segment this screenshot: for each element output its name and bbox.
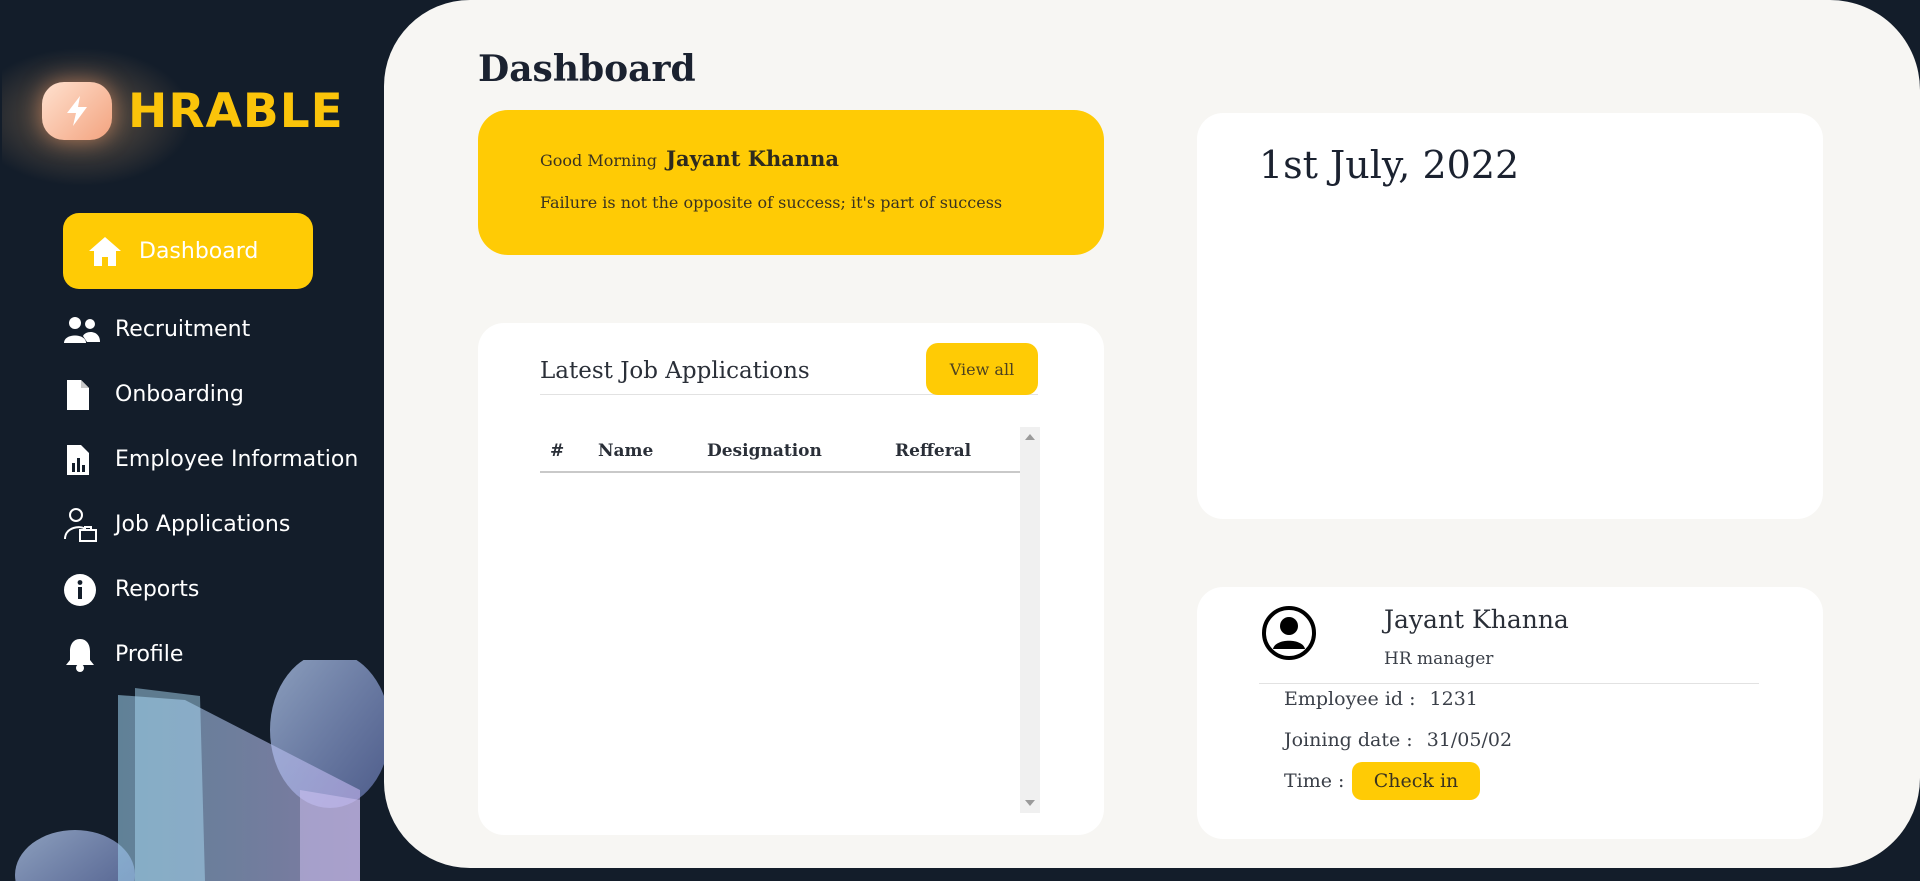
- sidebar-item-label: Employee Information: [115, 447, 359, 472]
- greeting-line: Good Morning Jayant Khanna: [540, 146, 1042, 171]
- home-icon: [87, 234, 125, 268]
- employee-id-row: Employee id : 1231: [1284, 688, 1478, 710]
- brand[interactable]: HRABLE: [2, 42, 344, 192]
- sidebar-item-label: Onboarding: [115, 382, 244, 407]
- joining-date-label: Joining date :: [1284, 729, 1413, 751]
- scroll-up-arrow-icon[interactable]: [1025, 434, 1035, 440]
- table-header-row: # Name Designation Refferal: [540, 427, 1020, 473]
- sidebar-item-job-applications[interactable]: Job Applications: [63, 492, 384, 557]
- sidebar-item-label: Dashboard: [139, 238, 259, 264]
- greeting-card: Good Morning Jayant Khanna Failure is no…: [478, 110, 1104, 255]
- scroll-down-arrow-icon[interactable]: [1025, 800, 1035, 806]
- joining-date-row: Joining date : 31/05/02: [1284, 729, 1512, 751]
- time-label: Time :: [1284, 770, 1345, 792]
- brand-name: HRABLE: [128, 83, 344, 139]
- sidebar: HRABLE Dashboard Recruitment Onboarding: [0, 0, 384, 881]
- sidebar-item-reports[interactable]: Reports: [63, 557, 384, 622]
- employee-id-label: Employee id :: [1284, 688, 1416, 710]
- latest-job-applications-card: Latest Job Applications View all # Name …: [478, 323, 1104, 835]
- motivational-quote: Failure is not the opposite of success; …: [540, 193, 1003, 212]
- page-title: Dashboard: [478, 48, 696, 90]
- report-chart-icon: [63, 443, 101, 477]
- job-applications-table: # Name Designation Refferal: [540, 427, 1040, 819]
- column-header-designation: Designation: [707, 441, 822, 461]
- current-date: 1st July, 2022: [1259, 143, 1520, 187]
- sidebar-item-dashboard[interactable]: Dashboard: [63, 213, 313, 289]
- greeting-prefix: Good Morning: [540, 151, 658, 170]
- view-all-button[interactable]: View all: [926, 343, 1038, 395]
- sidebar-item-label: Reports: [115, 577, 200, 602]
- check-in-button[interactable]: Check in: [1352, 762, 1480, 800]
- table-scrollbar[interactable]: [1020, 427, 1040, 813]
- employee-id-value: 1231: [1429, 688, 1478, 710]
- time-row: Time :: [1284, 770, 1344, 792]
- profile-divider: [1259, 683, 1759, 684]
- sidebar-item-label: Recruitment: [115, 317, 251, 342]
- main-panel: Dashboard Good Morning Jayant Khanna Fai…: [384, 0, 1920, 868]
- info-icon: [63, 573, 101, 607]
- greeting-name: Jayant Khanna: [666, 146, 840, 171]
- sidebar-item-onboarding[interactable]: Onboarding: [63, 362, 384, 427]
- jobs-card-header: Latest Job Applications View all: [540, 343, 1038, 395]
- document-icon: [63, 378, 101, 412]
- bolt-icon: [42, 82, 112, 140]
- column-header-name: Name: [598, 441, 654, 461]
- profile-name: Jayant Khanna: [1384, 605, 1569, 634]
- glass-decoration-illustration: [15, 660, 384, 881]
- person-briefcase-icon: [63, 507, 101, 542]
- column-header-refferal: Refferal: [895, 441, 972, 461]
- joining-date-value: 31/05/02: [1426, 729, 1513, 751]
- jobs-card-title: Latest Job Applications: [540, 358, 810, 384]
- sidebar-item-employee-information[interactable]: Employee Information: [63, 427, 384, 492]
- sidebar-item-recruitment[interactable]: Recruitment: [63, 297, 384, 362]
- column-header-number: #: [550, 441, 565, 461]
- users-icon: [63, 313, 101, 347]
- profile-role: HR manager: [1384, 649, 1494, 669]
- date-card: 1st July, 2022: [1197, 113, 1823, 519]
- sidebar-nav: Dashboard Recruitment Onboarding Employe…: [0, 213, 384, 687]
- profile-card: Jayant Khanna HR manager Employee id : 12…: [1197, 587, 1823, 839]
- sidebar-item-label: Job Applications: [115, 512, 291, 537]
- user-avatar-icon: [1262, 606, 1316, 660]
